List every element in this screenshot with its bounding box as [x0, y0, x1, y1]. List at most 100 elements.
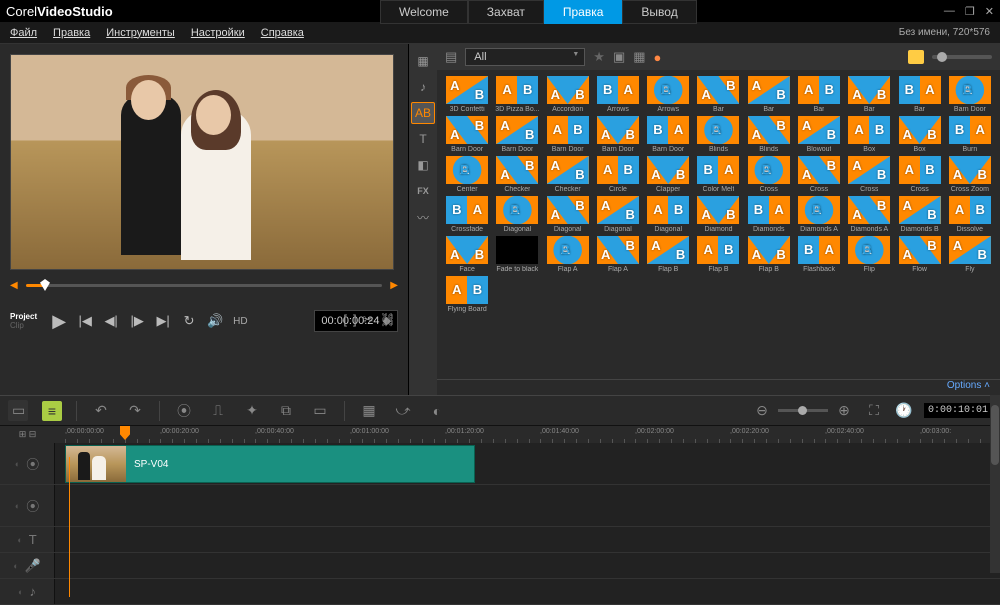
lib-tab-graphics[interactable]: ◧ [411, 154, 435, 176]
transition-item[interactable]: A B [798, 156, 840, 184]
ruler-tools[interactable]: ⊞ ⊟ [0, 426, 55, 443]
transition-item[interactable]: A B [496, 116, 538, 144]
lib-tab-fx[interactable]: FX [411, 180, 435, 202]
transition-item[interactable]: A B [446, 116, 488, 144]
hd-toggle[interactable]: HD [233, 316, 247, 327]
link-button[interactable]: ⛓ [379, 312, 396, 328]
transition-item[interactable]: A B [899, 196, 941, 224]
transition-item[interactable]: A B [848, 156, 890, 184]
minimize-button[interactable]: — [944, 5, 955, 18]
transition-item[interactable]: A B [547, 76, 589, 104]
transition-item[interactable]: A B [597, 76, 639, 104]
lib-tab-path[interactable]: 〰 [411, 206, 435, 228]
music-track-head[interactable]: ◐♪ [0, 579, 55, 604]
lib-tool-1[interactable]: ▣ [613, 49, 625, 65]
auto-music-button[interactable]: ✦ [242, 402, 262, 419]
undo-button[interactable]: ↶ [91, 402, 111, 419]
transition-item[interactable]: A B [748, 116, 790, 144]
video-clip[interactable]: SP-V04 [65, 445, 475, 483]
fav-icon[interactable]: ★ [593, 49, 605, 65]
transition-item[interactable]: A B [446, 276, 488, 304]
transition-item[interactable]: A B [647, 116, 689, 144]
transition-item[interactable]: A B [496, 76, 538, 104]
lib-tab-title[interactable]: T [411, 128, 435, 150]
voice-track-lane[interactable] [55, 553, 1000, 578]
vertical-scrollbar[interactable] [990, 395, 1000, 573]
redo-button[interactable]: ↷ [125, 402, 145, 419]
playhead[interactable] [120, 426, 130, 440]
loop-button[interactable]: ↻ [179, 311, 199, 331]
fit-timeline-button[interactable]: ⛶ [864, 402, 884, 419]
title-track-head[interactable]: ◐T [0, 527, 55, 552]
menu-edit[interactable]: Правка [53, 27, 90, 39]
options-panel-toggle[interactable]: Options ˄ [437, 379, 1000, 395]
track-grid-button[interactable]: ▦ [359, 402, 379, 419]
transition-item[interactable]: A B [647, 236, 689, 264]
lib-tab-sound[interactable]: ♪ [411, 76, 435, 98]
transition-item[interactable]: A B [748, 76, 790, 104]
cut-button[interactable]: ✂ [363, 312, 374, 328]
transition-item[interactable]: A B [899, 156, 941, 184]
transition-item[interactable]: A B [446, 196, 488, 224]
transition-item[interactable]: A B [899, 76, 941, 104]
transition-item[interactable]: A B [899, 116, 941, 144]
transition-item[interactable]: A B [697, 116, 739, 144]
transition-item[interactable]: A B [496, 156, 538, 184]
menu-help[interactable]: Справка [261, 27, 304, 39]
transition-item[interactable]: A B [949, 196, 991, 224]
zoom-out-button[interactable]: ⊖ [752, 402, 772, 419]
transition-item[interactable]: A B [798, 196, 840, 224]
multi-trim-button[interactable]: ⧉ [276, 402, 296, 419]
transition-item[interactable]: A B [496, 236, 538, 264]
track-motion-button[interactable]: ⤻ [393, 402, 413, 419]
transition-item[interactable]: A B [597, 196, 639, 224]
preview-monitor[interactable] [10, 54, 394, 270]
transition-item[interactable]: A B [848, 76, 890, 104]
storyboard-view-button[interactable]: ▭ [8, 400, 28, 421]
transition-item[interactable]: A B [848, 116, 890, 144]
music-track-lane[interactable] [55, 579, 1000, 604]
transition-item[interactable]: A B [496, 196, 538, 224]
transition-item[interactable]: A B [798, 236, 840, 264]
tab-export[interactable]: Вывод [622, 0, 696, 24]
transition-item[interactable]: A B [647, 196, 689, 224]
transition-item[interactable]: A B [647, 76, 689, 104]
voice-track-head[interactable]: ◐🎤 [0, 553, 55, 578]
transition-item[interactable]: A B [597, 156, 639, 184]
prev-frame-button[interactable]: ◀| [101, 311, 121, 331]
project-duration[interactable]: 0:00:10:01 [924, 403, 992, 418]
lib-tool-2[interactable]: ▦ [633, 49, 645, 65]
transition-item[interactable]: A B [949, 156, 991, 184]
transition-item[interactable]: A B [647, 156, 689, 184]
playback-mode[interactable]: Project Clip [10, 312, 37, 330]
maximize-button[interactable]: ❐ [965, 5, 975, 18]
subtitle-button[interactable]: ▭ [310, 402, 330, 419]
view-toggle[interactable] [908, 50, 924, 64]
library-filter-dropdown[interactable]: All [465, 48, 585, 66]
tab-welcome[interactable]: Welcome [380, 0, 468, 24]
mixer-button[interactable]: ⎍ [208, 402, 228, 419]
video-track-head[interactable]: ◐⦿ [0, 443, 55, 484]
transition-item[interactable]: A B [597, 236, 639, 264]
mark-out-button[interactable]: ] [353, 312, 357, 328]
transition-item[interactable]: A B [798, 76, 840, 104]
tab-edit[interactable]: Правка [544, 0, 623, 24]
title-track-lane[interactable] [55, 527, 1000, 552]
transition-item[interactable]: A B [848, 236, 890, 264]
transition-item[interactable]: A B [697, 196, 739, 224]
overlay-track-head[interactable]: ◐⦿ [0, 485, 55, 526]
overlay-track-lane[interactable] [55, 485, 1000, 526]
menu-file[interactable]: Файл [10, 27, 37, 39]
transition-item[interactable]: A B [949, 76, 991, 104]
play-button[interactable]: ▶ [49, 311, 69, 331]
menu-settings[interactable]: Настройки [191, 27, 245, 39]
transition-item[interactable]: A B [748, 196, 790, 224]
transition-item[interactable]: A B [748, 236, 790, 264]
transition-item[interactable]: A B [697, 156, 739, 184]
transition-item[interactable]: A B [547, 196, 589, 224]
video-track-lane[interactable]: SP-V04 [55, 443, 1000, 484]
thumbnail-zoom-slider[interactable] [932, 55, 992, 59]
timeline-zoom-slider[interactable] [778, 409, 828, 412]
go-end-button[interactable]: ▶| [153, 311, 173, 331]
preview-scrubber[interactable]: ◀ ▶ [10, 278, 398, 292]
